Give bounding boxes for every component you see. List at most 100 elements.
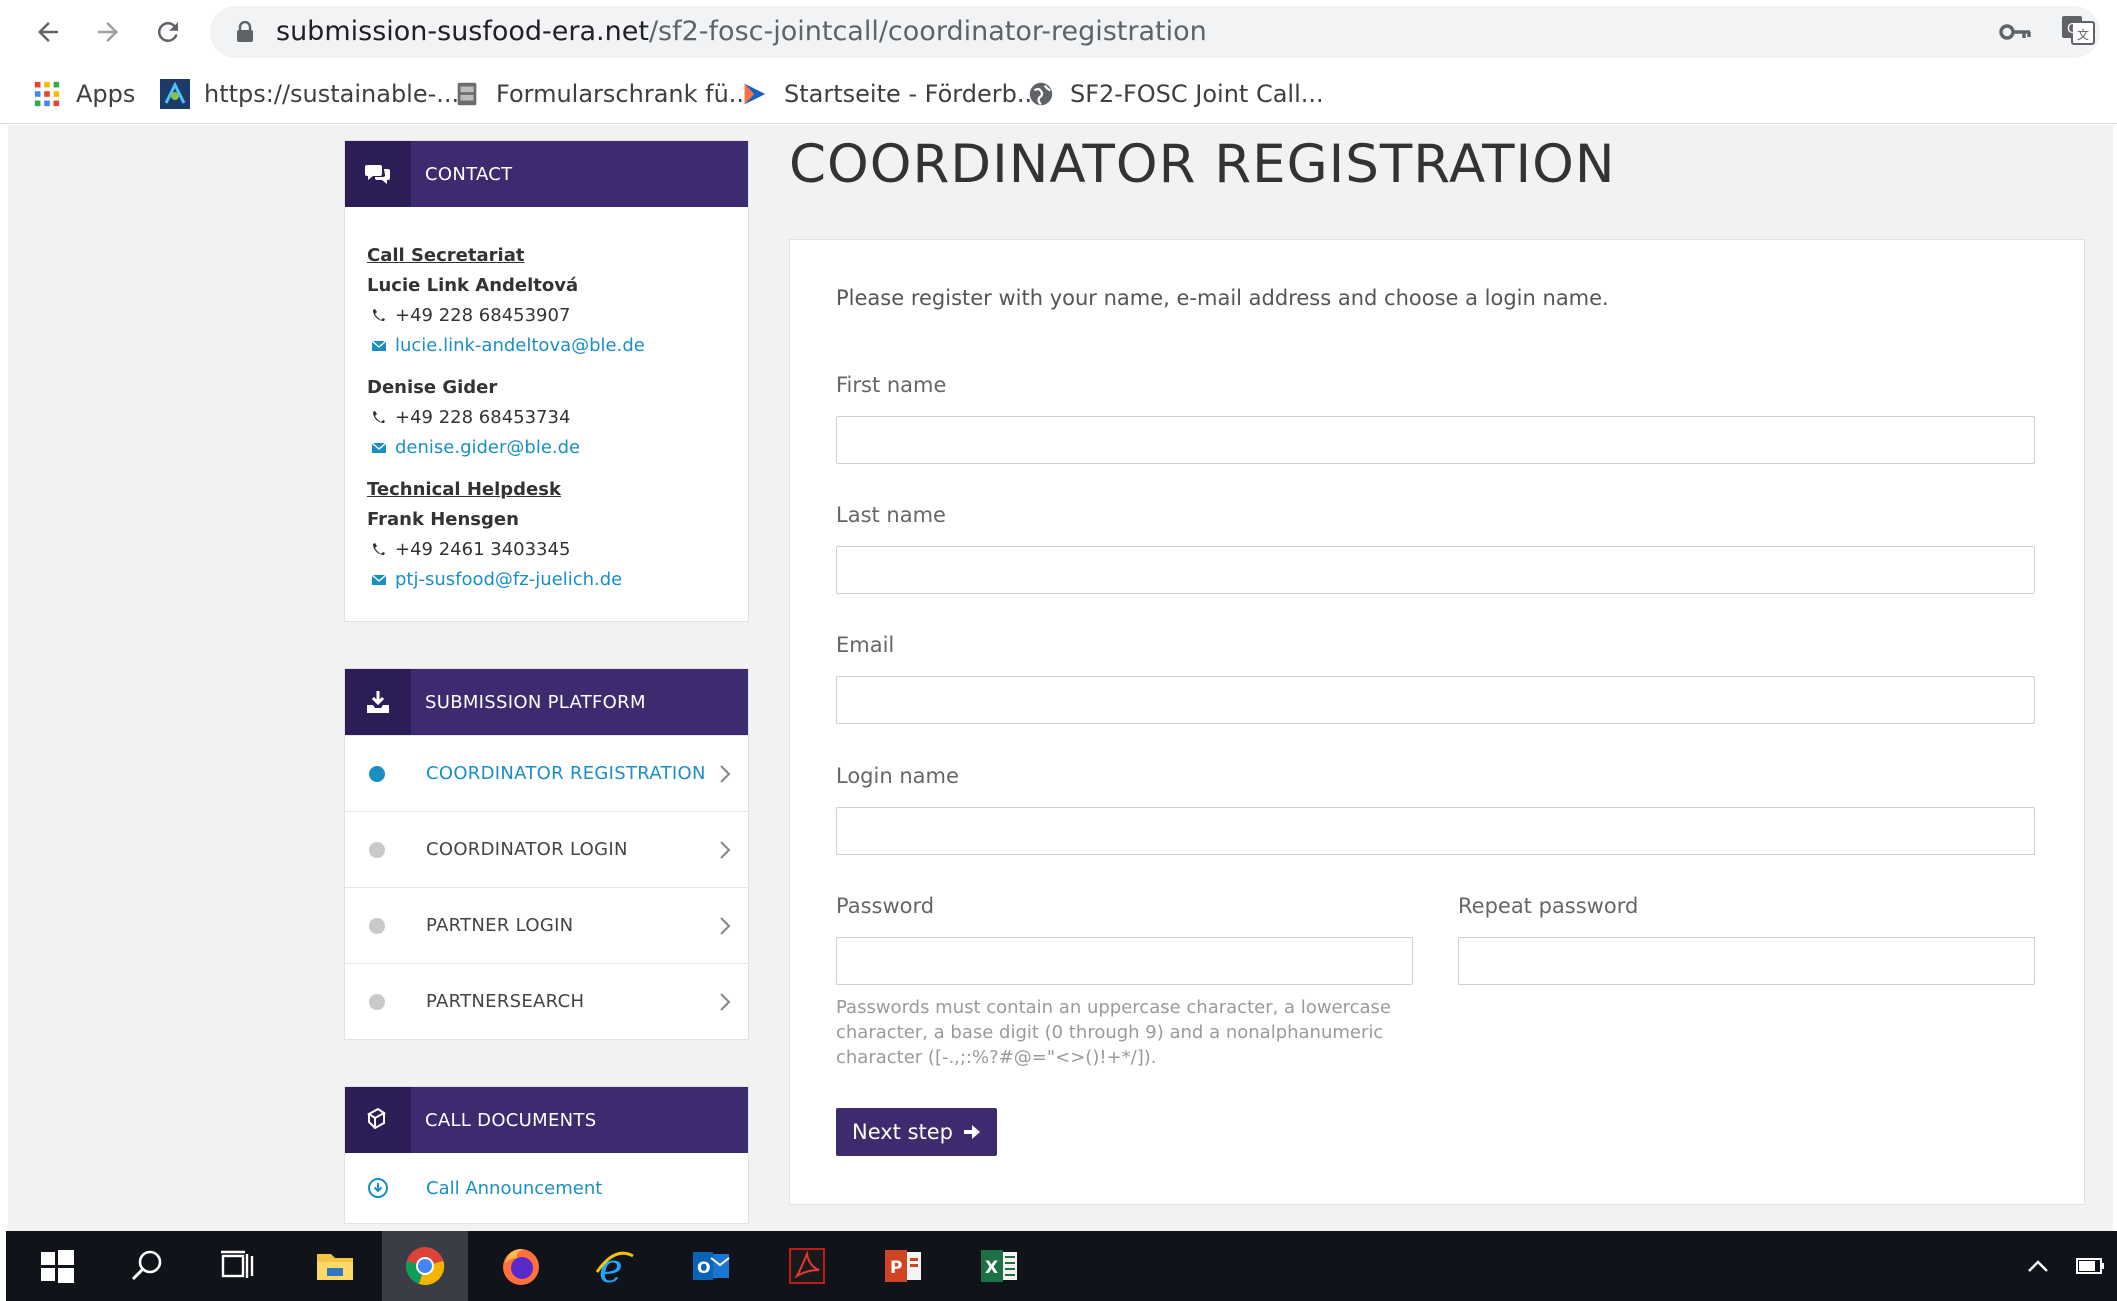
document-link-call-announcement[interactable]: Call Announcement	[345, 1153, 748, 1223]
bookmark-label: https://sustainable-...	[204, 80, 460, 108]
page-title: COORDINATOR REGISTRATION	[789, 134, 1616, 195]
nav-item-partnersearch[interactable]: PARTNERSEARCH	[345, 963, 748, 1039]
first-name-input[interactable]	[836, 416, 2035, 464]
page-content: CONTACT Call Secretariat Lucie Link Ande…	[8, 125, 2113, 1231]
contact-header: CONTACT	[345, 141, 748, 207]
battery-icon[interactable]	[2075, 1251, 2105, 1281]
search-button[interactable]	[104, 1231, 190, 1301]
bullet-icon	[369, 993, 385, 1010]
envelope-icon	[371, 442, 387, 453]
reload-icon	[157, 21, 178, 42]
submission-title: SUBMISSION PLATFORM	[425, 691, 646, 713]
bookmark-label: SF2-FOSC Joint Call...	[1070, 80, 1324, 108]
acrobat-button[interactable]	[764, 1231, 850, 1301]
last-name-input[interactable]	[836, 546, 2035, 594]
lock-icon	[237, 21, 253, 42]
translate-icon[interactable]: G文	[2060, 12, 2096, 48]
windows-taskbar: e O P X	[6, 1231, 2117, 1301]
excel-button[interactable]: X	[956, 1231, 1042, 1301]
download-tray-icon	[345, 669, 411, 735]
technical-helpdesk-heading: Technical Helpdesk	[367, 479, 561, 500]
powerpoint-button[interactable]: P	[860, 1231, 946, 1301]
document-link-label: Call Announcement	[426, 1177, 603, 1199]
documents-title: CALL DOCUMENTS	[425, 1109, 597, 1131]
key-icon[interactable]	[1998, 14, 2034, 50]
nav-item-coordinator-login[interactable]: COORDINATOR LOGIN	[345, 811, 748, 887]
next-step-button[interactable]: Next step	[836, 1108, 997, 1156]
last-name-label: Last name	[836, 503, 946, 527]
chat-bubbles-icon	[345, 141, 411, 207]
chrome-button[interactable]	[382, 1231, 468, 1301]
site-favicon-icon	[160, 79, 190, 109]
next-step-label: Next step	[851, 1120, 954, 1144]
contact-name: Denise Gider	[367, 377, 498, 398]
bullet-icon	[369, 917, 385, 934]
svg-text:O: O	[697, 1258, 711, 1277]
contact-email-link[interactable]: denise.gider@ble.de	[395, 433, 580, 463]
bookmarks-bar: Apps https://sustainable-... Formularsch…	[0, 64, 2117, 124]
first-name-label: First name	[836, 373, 947, 397]
login-name-label: Login name	[836, 764, 959, 788]
contact-email-row[interactable]: denise.gider@ble.de	[367, 433, 726, 463]
internet-explorer-button[interactable]: e	[572, 1231, 658, 1301]
bookmark-apps[interactable]: Apps	[32, 76, 135, 112]
search-icon	[131, 1250, 162, 1281]
address-bar[interactable]: submission-susfood-era.net/sf2-fosc-join…	[210, 6, 2100, 58]
start-button[interactable]	[14, 1231, 100, 1301]
file-explorer-button[interactable]	[292, 1231, 378, 1301]
login-name-input[interactable]	[836, 807, 2035, 855]
bookmark-sustainable[interactable]: https://sustainable-...	[160, 76, 459, 112]
contact-name: Lucie Link Andeltová	[367, 275, 579, 296]
bookmark-formularschrank[interactable]: Formularschrank fü...	[452, 76, 752, 112]
bookmark-sf2-fosc[interactable]: SF2-FOSC Joint Call...	[1026, 76, 1324, 112]
nav-item-partner-login[interactable]: PARTNER LOGIN	[345, 887, 748, 963]
arrow-left-icon	[38, 22, 58, 42]
form-intro: Please register with your name, e-mail a…	[836, 286, 1609, 310]
submission-nav: COORDINATOR REGISTRATION COORDINATOR LOG…	[345, 735, 748, 1039]
contact-phone: +49 228 68453907	[395, 305, 571, 326]
documents-panel: CALL DOCUMENTS Call Announcement	[344, 1086, 749, 1224]
email-input[interactable]	[836, 676, 2035, 724]
acrobat-icon	[789, 1248, 825, 1284]
envelope-icon	[371, 574, 387, 585]
bullet-icon	[369, 765, 385, 782]
bookmark-label: Apps	[76, 80, 136, 108]
contact-email-link[interactable]: lucie.link-andeltova@ble.de	[395, 331, 645, 361]
sidebar: CONTACT Call Secretariat Lucie Link Ande…	[344, 140, 749, 1224]
documents-header: CALL DOCUMENTS	[345, 1087, 748, 1153]
contact-email-link[interactable]: ptj-susfood@fz-juelich.de	[395, 565, 622, 595]
contact-phone-row: +49 2461 3403345	[367, 535, 726, 565]
nav-item-coordinator-registration[interactable]: COORDINATOR REGISTRATION	[345, 735, 748, 811]
nav-item-label: COORDINATOR LOGIN	[426, 839, 628, 860]
bookmark-startseite[interactable]: Startseite - Förderb...	[740, 76, 1040, 112]
nav-item-label: PARTNER LOGIN	[426, 915, 574, 936]
firefox-button[interactable]	[478, 1231, 564, 1301]
password-input[interactable]	[836, 937, 1413, 985]
task-view-button[interactable]	[194, 1231, 280, 1301]
repeat-password-input[interactable]	[1458, 937, 2035, 985]
apps-grid-icon	[32, 79, 62, 109]
outlook-button[interactable]: O	[668, 1231, 754, 1301]
contact-email-row[interactable]: lucie.link-andeltova@ble.de	[367, 331, 726, 361]
system-tray	[2023, 1251, 2105, 1281]
nav-item-label: PARTNERSEARCH	[426, 991, 585, 1012]
bookmark-label: Formularschrank fü...	[496, 80, 752, 108]
bookmark-label: Startseite - Förderb...	[784, 80, 1040, 108]
svg-text:X: X	[985, 1258, 998, 1278]
password-requirements-hint: Passwords must contain an uppercase char…	[836, 997, 1391, 1068]
contact-email-row[interactable]: ptj-susfood@fz-juelich.de	[367, 565, 726, 595]
reload-button[interactable]	[148, 12, 188, 52]
svg-text:G: G	[2067, 22, 2077, 37]
call-secretariat-heading: Call Secretariat	[367, 245, 525, 266]
chevron-up-icon[interactable]	[2023, 1251, 2053, 1281]
browser-toolbar: submission-susfood-era.net/sf2-fosc-join…	[0, 0, 2117, 64]
back-button[interactable]	[28, 12, 68, 52]
bullet-icon	[369, 841, 385, 858]
forward-button[interactable]	[88, 12, 128, 52]
submission-panel: SUBMISSION PLATFORM COORDINATOR REGISTRA…	[344, 668, 749, 1040]
contact-panel: CONTACT Call Secretariat Lucie Link Ande…	[344, 140, 749, 622]
outlook-icon: O	[693, 1252, 730, 1280]
nav-item-label: COORDINATOR REGISTRATION	[426, 763, 706, 784]
email-label: Email	[836, 633, 895, 657]
chevron-right-icon	[720, 992, 731, 1011]
